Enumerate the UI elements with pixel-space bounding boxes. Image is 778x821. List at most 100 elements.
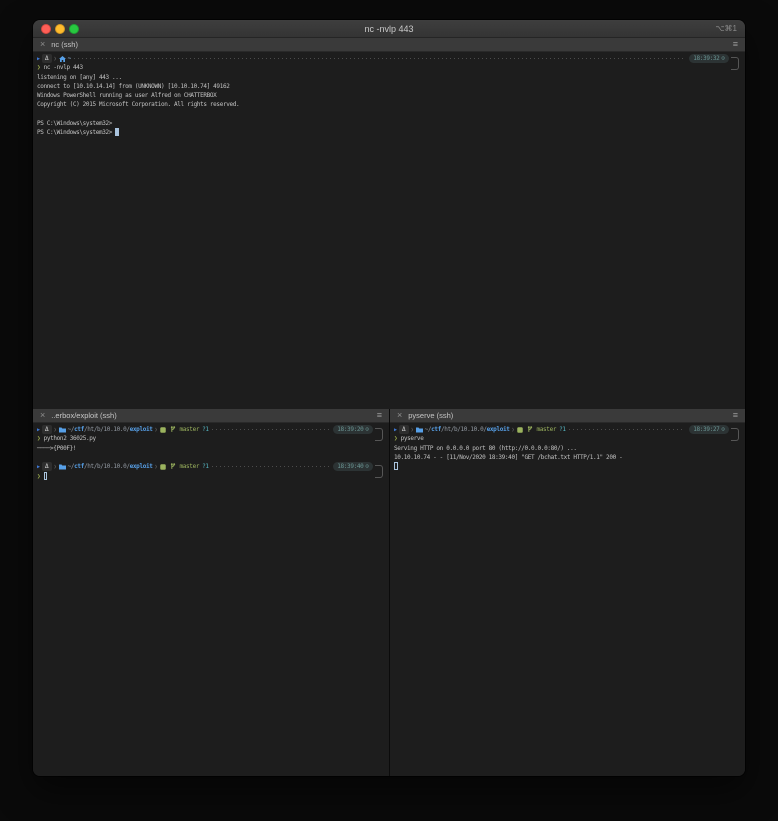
zoom-window-button[interactable]: [69, 23, 79, 34]
separator-icon: ❯: [154, 463, 158, 470]
prompt-frame: [375, 428, 383, 441]
command-text: nc -nvlp 443: [43, 64, 84, 72]
pane-titlebar-pyserve[interactable]: × pyserve (ssh) ≡: [390, 409, 745, 423]
path-dim: /ht/b/10.10.0/: [83, 463, 130, 471]
command-text: python2 36025.py: [43, 435, 97, 443]
terminal-line: PS C:\Windows\system32>: [37, 128, 742, 137]
prompt-char: ❯: [37, 64, 41, 72]
path-bright: ctf: [74, 426, 84, 434]
terminal-pane-nc[interactable]: ▶ Δ ❯ ~ 18:39:32 ⊙ ❯ nc -nvlp 443 listen…: [33, 52, 745, 409]
terminal-pane-pyserve[interactable]: ▶ Δ ❯ ~/ctf/ht/b/10.10.0/exploit ❯ maste…: [390, 423, 745, 776]
path-bright: exploit: [486, 426, 510, 434]
time-pill: 18:39:20 ⊙: [333, 425, 373, 435]
prompt-filler: [73, 58, 686, 60]
folder-icon: [58, 464, 66, 470]
os-segment: Δ: [42, 462, 52, 472]
pane-titlebar-exploit[interactable]: × ..erbox/exploit (ssh) ≡: [33, 409, 389, 423]
close-pane-icon[interactable]: ×: [40, 40, 45, 49]
close-pane-icon[interactable]: ×: [397, 411, 402, 420]
time-pill: 18:39:40 ⊙: [333, 462, 373, 472]
close-pane-icon[interactable]: ×: [40, 411, 45, 420]
pane-title: ..erbox/exploit (ssh): [51, 411, 117, 420]
clock-icon: ⊙: [721, 426, 725, 434]
path-bright: ctf: [74, 463, 84, 471]
pane-menu-icon[interactable]: ≡: [377, 411, 382, 420]
git-branch-icon: [527, 426, 533, 433]
pane-menu-icon[interactable]: ≡: [733, 40, 738, 49]
close-window-button[interactable]: [41, 23, 51, 34]
prompt-block: ▶ Δ ❯ ~/ctf/ht/b/10.10.0/exploit ❯ maste…: [37, 425, 386, 444]
prompt-filler: [211, 466, 330, 468]
separator-icon: ❯: [53, 55, 57, 62]
pane-title: nc (ssh): [51, 40, 78, 49]
prompt-char: ❯: [37, 472, 41, 480]
window-title: nc -nvlp 443: [364, 23, 414, 34]
separator-icon: ❯: [53, 463, 57, 470]
pane-title: pyserve (ssh): [408, 411, 454, 420]
clock-icon: ⊙: [365, 463, 369, 471]
folder-icon: [58, 427, 66, 433]
terminal-line: [394, 462, 742, 471]
git-icon: [159, 464, 166, 470]
pane-column-exploit: × ..erbox/exploit (ssh) ≡ ▶ Δ ❯ ~/ctf/ht…: [33, 409, 389, 776]
separator-icon: ❯: [410, 426, 414, 433]
cursor: [115, 128, 119, 136]
time-pill: 18:39:32 ⊙: [689, 54, 729, 64]
prompt-block: ▶ Δ ❯ ~ 18:39:32 ⊙ ❯ nc -nvlp 443: [37, 54, 742, 73]
git-branch-icon: [170, 426, 176, 433]
git-branch-icon: [170, 463, 176, 470]
cursor: [43, 472, 48, 480]
git-untracked-count: ?1: [559, 426, 566, 434]
prompt-filler: [211, 429, 330, 431]
terminal-line: Copyright (C) 2015 Microsoft Corporation…: [37, 101, 240, 109]
path-bright: ctf: [431, 426, 441, 434]
pane-column-pyserve: × pyserve (ssh) ≡ ▶ Δ ❯ ~/ctf/ht/b/10.10…: [389, 409, 745, 776]
prompt-char: ❯: [37, 435, 41, 443]
os-segment: Δ: [42, 54, 52, 64]
clock-icon: ⊙: [721, 55, 725, 63]
git-icon: [159, 426, 166, 433]
prompt-frame: [731, 428, 739, 441]
window-shortcut: ⌥⌘1: [715, 24, 737, 33]
prompt-char: ❯: [394, 435, 398, 443]
path-home: ~: [67, 55, 72, 63]
terminal-line: Windows PowerShell running as user Alfre…: [37, 92, 217, 100]
pane-titlebar-nc[interactable]: × nc (ssh) ≡: [33, 38, 745, 52]
os-segment: Δ: [42, 425, 52, 435]
time-pill: 18:39:27 ⊙: [689, 425, 729, 435]
os-segment: Δ: [399, 425, 409, 435]
path-dim: /ht/b/10.10.0/: [440, 426, 487, 434]
terminal-line: 10.10.10.74 - - [11/Nov/2020 18:39:40] "…: [394, 453, 623, 461]
prompt-frame: [731, 57, 739, 70]
terminal-line: PS C:\Windows\system32>: [37, 120, 113, 128]
time-value: 18:39:27: [693, 426, 720, 434]
path-bright: exploit: [129, 426, 153, 434]
terminal-line: connect to [10.10.14.14] from (UNKNOWN) …: [37, 82, 230, 90]
ps-prompt: PS C:\Windows\system32>: [37, 129, 116, 137]
separator-icon: ❯: [511, 426, 515, 433]
git-untracked-count: ?1: [202, 426, 209, 434]
prompt-filler: [568, 429, 686, 431]
cursor: [394, 462, 398, 470]
terminal-line: listening on [any] 443 ...: [37, 73, 122, 81]
terminal-line: ────>{P00F}!: [37, 444, 77, 452]
prompt-frame: [375, 465, 383, 478]
terminal-line: Serving HTTP on 0.0.0.0 port 80 (http://…: [394, 444, 577, 452]
terminal-window: nc -nvlp 443 ⌥⌘1 × nc (ssh) ≡ ▶ Δ ❯ ~ 18…: [33, 20, 745, 776]
git-untracked-count: ?1: [202, 463, 209, 471]
git-icon: [516, 426, 523, 433]
git-branch-name: master: [536, 426, 557, 434]
prompt-block: ▶ Δ ❯ ~/ctf/ht/b/10.10.0/exploit ❯ maste…: [394, 425, 742, 444]
git-branch-name: master: [179, 463, 200, 471]
command-text: pyserve: [400, 435, 424, 443]
traffic-lights: [41, 23, 79, 34]
time-value: 18:39:20: [337, 426, 364, 434]
minimize-window-button[interactable]: [55, 23, 65, 34]
clock-icon: ⊙: [365, 426, 369, 434]
time-value: 18:39:32: [693, 55, 720, 63]
terminal-pane-exploit[interactable]: ▶ Δ ❯ ~/ctf/ht/b/10.10.0/exploit ❯ maste…: [33, 423, 389, 776]
window-titlebar[interactable]: nc -nvlp 443 ⌥⌘1: [33, 20, 745, 38]
pane-menu-icon[interactable]: ≡: [733, 411, 738, 420]
